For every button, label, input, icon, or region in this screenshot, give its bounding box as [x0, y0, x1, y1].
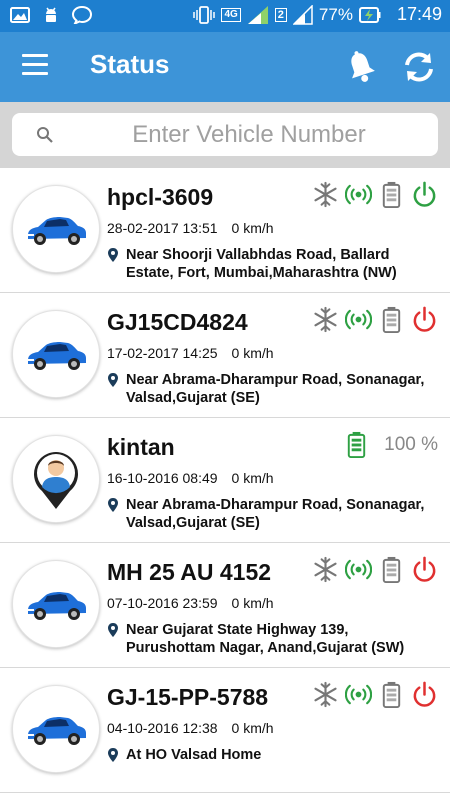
address-text: Near Abrama-Dharampur Road, Sonanagar, V… [126, 497, 425, 531]
map-pin-icon [108, 498, 118, 512]
vehicle-meta: 04-10-2016 12:38 0 km/h [107, 720, 274, 736]
menu-bar-line [22, 54, 48, 57]
vehicle-meta: 07-10-2016 23:59 0 km/h [107, 595, 274, 611]
search-bar-container [0, 102, 450, 168]
sim2-badge: 2 [274, 7, 287, 22]
vehicle-meta: 28-02-2017 13:51 0 km/h [107, 220, 274, 236]
last-update-time: 17-02-2017 14:25 [107, 345, 218, 361]
vehicle-avatar [12, 435, 100, 523]
signal-broadcast-icon [345, 184, 372, 205]
vehicle-status-icons [312, 181, 438, 208]
snowflake-icon [314, 681, 337, 708]
vehicle-avatar [12, 185, 100, 273]
last-update-time: 07-10-2016 23:59 [107, 595, 218, 611]
menu-bar-line [22, 63, 48, 66]
refresh-icon[interactable] [402, 50, 436, 84]
vehicle-row[interactable]: GJ-15-PP-5788 04-10-2016 12:38 0 km/h At… [0, 668, 450, 793]
vehicle-avatar [12, 310, 100, 398]
battery-charging-icon [358, 6, 381, 23]
battery-full-icon [347, 431, 366, 458]
search-box[interactable] [12, 113, 438, 156]
signal-broadcast-icon [345, 684, 372, 705]
vehicle-speed: 0 km/h [231, 595, 274, 611]
snowflake-icon [314, 181, 337, 208]
last-update-time: 16-10-2016 08:49 [107, 470, 218, 486]
signal-strength-icon [247, 5, 268, 24]
vehicle-row[interactable]: GJ15CD4824 17-02-2017 14:25 0 km/h Near … [0, 293, 450, 418]
vehicle-address: Near Shoorji Vallabhdas Road, Ballard Es… [107, 246, 437, 282]
app-bar: Status [0, 32, 450, 102]
map-pin-icon [108, 373, 118, 387]
vehicle-address: Near Gujarat State Highway 139, Purushot… [107, 621, 437, 657]
vehicle-speed: 0 km/h [231, 220, 274, 236]
network-type-badge: 4G [221, 7, 241, 22]
map-pin-icon [108, 248, 118, 262]
vehicle-avatar [12, 560, 100, 648]
battery-icon [382, 181, 401, 208]
page-title: Status [90, 49, 170, 79]
vehicle-name: GJ15CD4824 [107, 309, 248, 335]
map-pin-icon [108, 623, 118, 637]
signal-broadcast-icon [345, 559, 372, 580]
vehicle-speed: 0 km/h [231, 720, 274, 736]
person-pin-icon [34, 452, 78, 509]
snowflake-icon [314, 306, 337, 333]
power-icon [413, 556, 436, 582]
menu-button[interactable] [22, 54, 48, 76]
address-text: Near Gujarat State Highway 139, Purushot… [126, 622, 405, 656]
battery-percent: 77% [318, 4, 353, 24]
last-update-time: 04-10-2016 12:38 [107, 720, 218, 736]
vehicle-list: hpcl-3609 28-02-2017 13:51 0 km/h Near S… [0, 168, 450, 793]
signal-strength-sim2-icon [292, 4, 313, 25]
vehicle-row[interactable]: kintan 100 % 16-10-2016 08:49 0 km/h Near… [0, 418, 450, 543]
vehicle-name: MH 25 AU 4152 [107, 559, 272, 585]
vehicle-speed: 0 km/h [231, 345, 274, 361]
power-icon [413, 306, 436, 332]
address-text: Near Shoorji Vallabhdas Road, Ballard Es… [126, 247, 397, 281]
vehicle-row[interactable]: hpcl-3609 28-02-2017 13:51 0 km/h Near S… [0, 168, 450, 293]
vehicle-name: GJ-15-PP-5788 [107, 684, 269, 710]
vehicle-status-icons [312, 556, 438, 583]
car-icon [28, 342, 86, 370]
signal-broadcast-icon [345, 309, 372, 330]
vibrate-icon [193, 5, 216, 24]
battery-icon [382, 681, 401, 708]
vehicle-status-icons [312, 681, 438, 708]
notification-bell-icon[interactable] [346, 50, 376, 84]
vehicle-address: At HO Valsad Home [107, 746, 437, 764]
vehicle-address: Near Abrama-Dharampur Road, Sonanagar, V… [107, 371, 437, 407]
battery-icon [382, 306, 401, 333]
power-icon [413, 681, 436, 707]
vehicle-name: hpcl-3609 [107, 184, 214, 210]
vehicle-meta: 16-10-2016 08:49 0 km/h [107, 470, 274, 486]
vehicle-name: kintan [107, 434, 175, 460]
search-icon [37, 127, 53, 143]
vehicle-status-icons: 100 % [343, 431, 438, 458]
vehicle-status-icons [312, 306, 438, 333]
vehicle-speed: 0 km/h [231, 470, 274, 486]
car-icon [28, 717, 86, 745]
vehicle-row[interactable]: MH 25 AU 4152 07-10-2016 23:59 0 km/h Ne… [0, 543, 450, 668]
snowflake-icon [314, 556, 337, 583]
android-debug-icon [46, 7, 56, 22]
menu-bar-line [22, 72, 48, 75]
last-update-time: 28-02-2017 13:51 [107, 220, 218, 236]
car-icon [28, 592, 86, 620]
battery-icon [382, 556, 401, 583]
map-pin-icon [108, 748, 118, 762]
vehicle-address: Near Abrama-Dharampur Road, Sonanagar, V… [107, 496, 437, 532]
battery-percent: 100 % [384, 433, 438, 455]
clock: 17:49 [396, 4, 442, 24]
system-status-bar: 4G 2 77% 17:49 [0, 0, 450, 32]
vehicle-meta: 17-02-2017 14:25 0 km/h [107, 345, 274, 361]
address-text: At HO Valsad Home [126, 747, 262, 763]
address-text: Near Abrama-Dharampur Road, Sonanagar, V… [126, 372, 425, 406]
vehicle-avatar [12, 685, 100, 773]
car-icon [28, 217, 86, 245]
vehicle-search-input[interactable] [72, 117, 426, 153]
gallery-icon [10, 7, 30, 23]
chat-icon [72, 6, 92, 24]
power-icon [413, 181, 436, 207]
